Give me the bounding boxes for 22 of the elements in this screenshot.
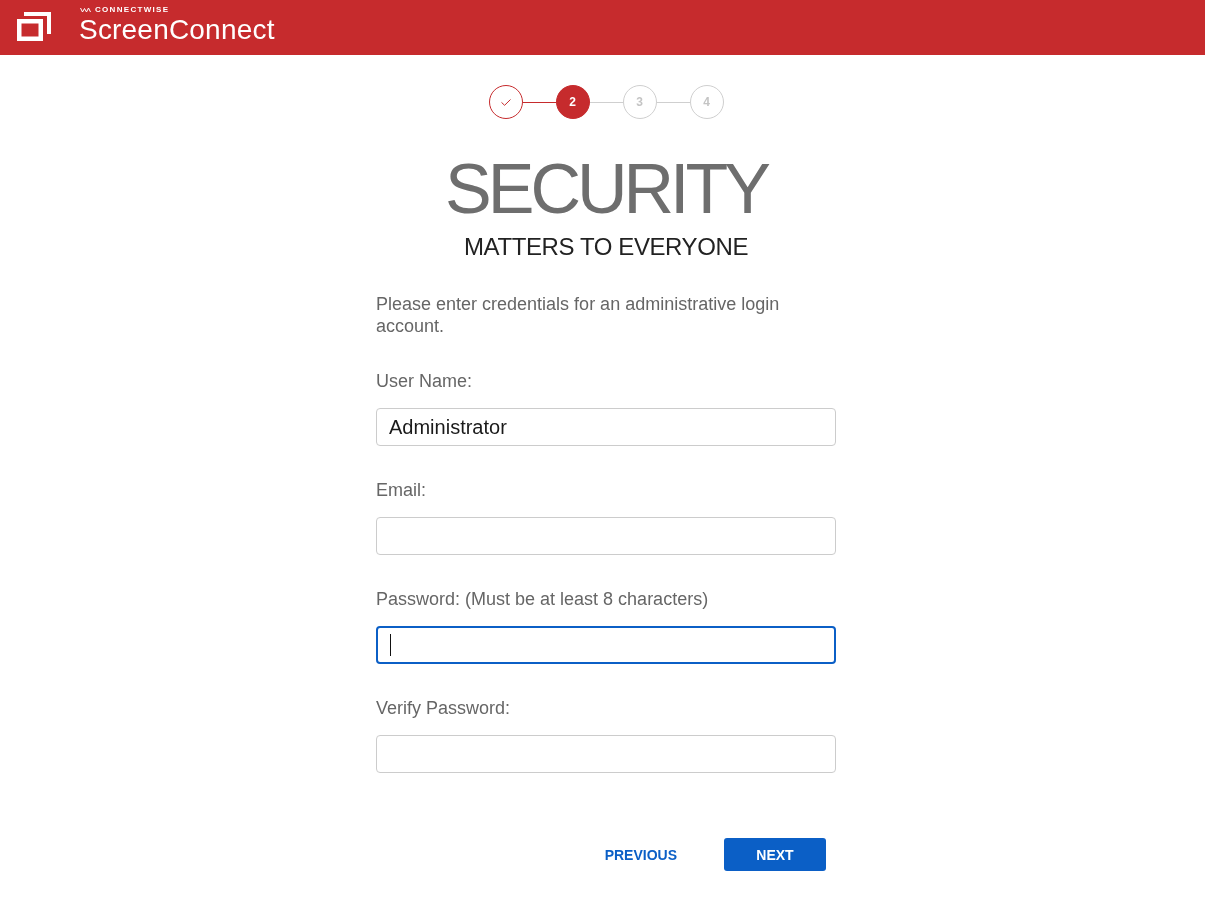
app-logo-icon	[17, 12, 51, 41]
field-label: Email:	[376, 479, 427, 501]
brand-caption: CONNECTWISE	[95, 4, 170, 15]
input-field[interactable]: Administrator	[376, 408, 836, 446]
step-circle: 2	[555, 85, 590, 119]
check-icon	[500, 98, 511, 106]
step-circle: 4	[689, 85, 724, 119]
field-label: User Name:	[376, 370, 474, 392]
step-circle: 3	[622, 85, 657, 119]
page-heading: SECURITY	[444, 154, 769, 224]
step-connector	[589, 101, 623, 103]
logo-mark-icon	[80, 6, 91, 13]
field-label: Verify Password:	[376, 697, 512, 719]
product-name: ScreenConnect	[79, 14, 275, 45]
previous-link[interactable]: PREVIOUS	[588, 838, 693, 871]
field-label: Password: (Must be at least 8 characters)	[376, 588, 710, 610]
step-connector	[656, 101, 690, 103]
input-field[interactable]	[376, 626, 836, 664]
page-subheading: MATTERS TO EVERYONE	[463, 233, 749, 261]
text-cursor-icon	[390, 634, 391, 656]
intro-text: Please enter credentials for an administrative login account.	[376, 293, 781, 337]
next-button[interactable]: NEXT	[724, 838, 826, 871]
